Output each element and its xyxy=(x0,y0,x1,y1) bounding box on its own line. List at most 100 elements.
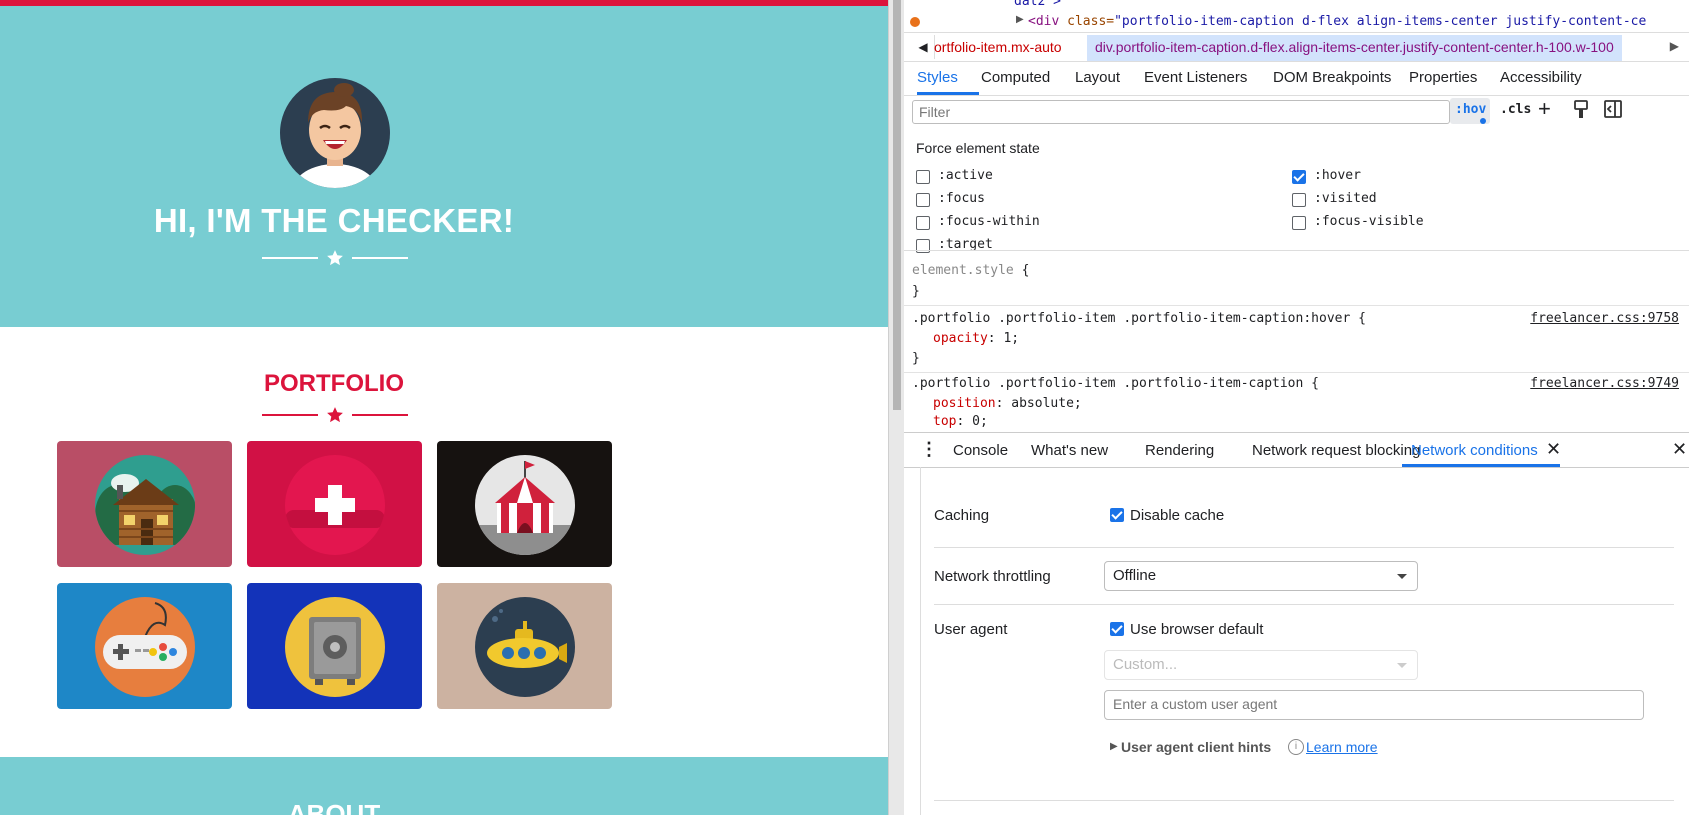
hover-rule-declaration[interactable]: opacity: 1; xyxy=(933,331,1019,346)
drawer-left-gutter xyxy=(904,467,921,815)
element-style-rule[interactable]: element.style { xyxy=(912,263,1029,278)
network-throttling-label: Network throttling xyxy=(934,568,1051,585)
star-icon xyxy=(327,250,343,266)
hero-divider xyxy=(262,248,408,268)
submarine-icon xyxy=(475,597,575,697)
force-focus-visible-checkbox[interactable] xyxy=(1292,216,1306,230)
cls-toggle-button[interactable]: .cls xyxy=(1500,102,1531,117)
network-conditions-panel: Caching Disable cache Network throttling… xyxy=(904,467,1689,815)
force-visited-label: :visited xyxy=(1314,191,1377,206)
active-dot-icon xyxy=(1480,118,1486,124)
hero-title: HI, I'M THE CHECKER! xyxy=(153,202,515,239)
divider xyxy=(934,800,1674,801)
hover-rule-close: } xyxy=(912,351,920,366)
force-focus-visible-label: :focus-visible xyxy=(1314,214,1424,229)
learn-more-link[interactable]: Learn more xyxy=(1306,739,1378,755)
network-throttling-select[interactable]: Offline xyxy=(1104,561,1418,591)
tab-console[interactable]: Console xyxy=(953,442,1008,459)
paint-brush-icon[interactable] xyxy=(1572,100,1590,123)
masthead: HI, I'M THE CHECKER! xyxy=(0,6,888,327)
close-drawer-icon[interactable]: ✕ xyxy=(1672,439,1687,460)
force-focus-within-checkbox[interactable] xyxy=(916,216,930,230)
tab-accessibility[interactable]: Accessibility xyxy=(1500,69,1582,86)
tab-whats-new[interactable]: What's new xyxy=(1031,442,1108,459)
tab-dom-breakpoints[interactable]: DOM Breakpoints xyxy=(1273,69,1391,86)
cabin-icon xyxy=(95,455,195,555)
force-focus-checkbox[interactable] xyxy=(916,193,930,207)
user-agent-select[interactable]: Custom... xyxy=(1104,650,1418,680)
portfolio-item-circus-tent[interactable] xyxy=(437,441,612,567)
expand-triangle-icon[interactable]: ▶ xyxy=(1016,14,1024,25)
star-icon xyxy=(327,407,343,423)
toggle-sidebar-icon[interactable] xyxy=(1604,100,1622,121)
chevron-down-icon xyxy=(1397,574,1407,579)
tab-properties[interactable]: Properties xyxy=(1409,69,1477,86)
selected-element-node[interactable]: <div class="portfolio-item-caption d-fle… xyxy=(1028,14,1646,29)
web-page: HI, I'M THE CHECKER! PORTFOLIO ABOUT xyxy=(0,0,888,815)
tab-styles[interactable]: Styles xyxy=(917,69,958,86)
force-hover-checkbox[interactable] xyxy=(1292,170,1306,184)
tab-rendering[interactable]: Rendering xyxy=(1145,442,1214,459)
drawer-tabbar: ⋮ Console What's new Rendering Network r… xyxy=(904,432,1689,468)
element-style-close: } xyxy=(912,284,920,299)
portfolio-item-cabin[interactable] xyxy=(57,441,232,567)
hover-rule-selector[interactable]: .portfolio .portfolio-item .portfolio-it… xyxy=(912,311,1366,326)
portfolio-item-cake[interactable] xyxy=(247,441,422,567)
caption-rule-declaration[interactable]: position: absolute; xyxy=(933,396,1082,411)
portfolio-item-submarine[interactable] xyxy=(437,583,612,709)
elements-prev-line[interactable]: dal2 > xyxy=(1014,0,1061,9)
disable-cache-checkbox[interactable] xyxy=(1110,508,1124,522)
close-tab-icon[interactable]: ✕ xyxy=(1546,439,1561,460)
force-hover-label: :hover xyxy=(1314,168,1361,183)
scrollbar-thumb[interactable] xyxy=(893,0,901,410)
portfolio-item-safe[interactable] xyxy=(247,583,422,709)
tab-computed[interactable]: Computed xyxy=(981,69,1050,86)
force-active-checkbox[interactable] xyxy=(916,170,930,184)
divider xyxy=(934,547,1674,548)
use-browser-default-checkbox[interactable] xyxy=(1110,622,1124,636)
tab-event-listeners[interactable]: Event Listeners xyxy=(1144,69,1247,86)
chevron-down-icon xyxy=(1397,663,1407,668)
breadcrumb-item-parent[interactable]: ortfolio-item.mx-auto xyxy=(934,39,1062,55)
info-icon: i xyxy=(1288,739,1304,755)
caption-rule-selector[interactable]: .portfolio .portfolio-item .portfolio-it… xyxy=(912,376,1319,391)
divider xyxy=(904,372,1689,373)
hov-toggle-button[interactable]: :hov xyxy=(1450,98,1490,124)
caption-rule-source-link[interactable]: freelancer.css:9749 xyxy=(1530,376,1679,391)
custom-user-agent-input[interactable]: Enter a custom user agent xyxy=(1104,690,1644,720)
portfolio-title: PORTFOLIO xyxy=(264,370,404,397)
new-style-rule-plus-icon[interactable]: + xyxy=(1538,96,1551,122)
about-title: ABOUT xyxy=(287,799,381,815)
client-hints-label[interactable]: User agent client hints xyxy=(1121,739,1271,755)
caching-label: Caching xyxy=(934,507,990,524)
breadcrumb-forward-arrow-icon[interactable]: ▶ xyxy=(1670,39,1679,53)
disable-cache-label: Disable cache xyxy=(1130,507,1225,524)
node-tag: <div xyxy=(1028,14,1060,29)
portfolio-divider xyxy=(262,405,408,425)
tab-network-request-blocking[interactable]: Network request blocking xyxy=(1252,442,1420,459)
avatar xyxy=(280,78,390,188)
caption-rule-declaration[interactable]: top: 0; xyxy=(933,414,988,429)
portfolio-item-game-controller[interactable] xyxy=(57,583,232,709)
breadcrumb-item-selected[interactable]: div.portfolio-item-caption.d-flex.align-… xyxy=(1087,35,1622,61)
divider xyxy=(934,604,1674,605)
divider xyxy=(904,250,1689,251)
expand-triangle-icon[interactable]: ▶ xyxy=(1110,741,1118,752)
safe-icon xyxy=(285,597,385,697)
tab-layout[interactable]: Layout xyxy=(1075,69,1120,86)
styles-filter-input[interactable]: Filter xyxy=(912,100,1450,124)
more-tabs-kebab-icon[interactable]: ⋮ xyxy=(920,439,938,460)
breadcrumb-back-arrow-icon[interactable]: ◀ xyxy=(912,35,935,59)
active-tab-indicator xyxy=(917,92,979,95)
tab-network-conditions[interactable]: Network conditions xyxy=(1411,442,1538,459)
styles-tabbar: Styles Computed Layout Event Listeners D… xyxy=(904,60,1689,96)
force-focus-label: :focus xyxy=(938,191,985,206)
force-visited-checkbox[interactable] xyxy=(1292,193,1306,207)
page-scrollbar[interactable] xyxy=(888,0,905,815)
node-attr-name: class= xyxy=(1059,14,1115,29)
devtools-panel: dal2 > ▶ <div class="portfolio-item-capt… xyxy=(904,0,1689,815)
divider xyxy=(904,305,1689,306)
force-focus-within-label: :focus-within xyxy=(938,214,1040,229)
hover-rule-source-link[interactable]: freelancer.css:9758 xyxy=(1530,311,1679,326)
breakpoint-dot-icon[interactable] xyxy=(910,17,920,27)
